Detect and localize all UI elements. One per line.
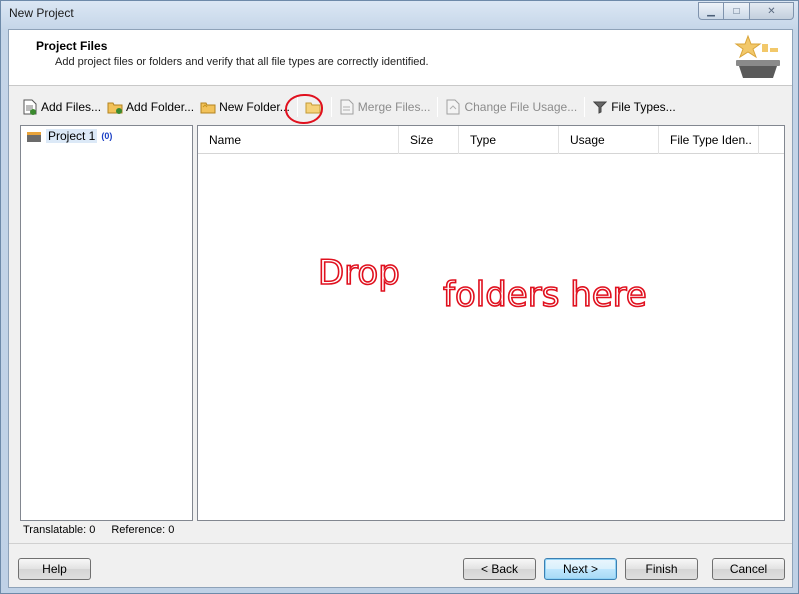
add-folder-label: Add Folder... [126, 100, 195, 114]
next-button[interactable]: Next > [544, 558, 617, 580]
merge-files-label: Merge Files... [357, 100, 431, 114]
button-bar: Help < Back Next > Finish Cancel [9, 543, 792, 587]
window-controls: ▁ □ ✕ [698, 2, 794, 20]
dialog-client-area: Project Files Add project files or folde… [8, 29, 793, 588]
translatable-count: Translatable: 0 [23, 524, 96, 536]
project-tree[interactable]: Project 1 (0) [20, 125, 193, 521]
new-folder-label: New Folder... [219, 100, 290, 114]
file-types-button[interactable]: File Types... [589, 95, 678, 119]
wizard-header: Project Files Add project files or folde… [9, 30, 792, 86]
back-button[interactable]: < Back [463, 558, 536, 580]
column-header-name[interactable]: Name [198, 126, 399, 154]
add-folder-icon [107, 99, 123, 115]
maximize-button[interactable]: □ [724, 2, 750, 20]
new-project-window: New Project ▁ □ ✕ Project Files Add proj… [0, 0, 799, 594]
add-files-button[interactable]: Add Files... [19, 95, 104, 119]
minimize-icon: ▁ [707, 5, 715, 17]
annotation-line-1: Drop [318, 253, 400, 293]
change-file-usage-label: Change File Usage... [464, 100, 578, 114]
change-file-usage-button[interactable]: Change File Usage... [442, 95, 580, 119]
new-folder-button[interactable]: New Folder... [197, 95, 293, 119]
window-title: New Project [9, 6, 74, 20]
help-button[interactable]: Help [18, 558, 91, 580]
close-button[interactable]: ✕ [750, 2, 794, 20]
page-title: Project Files [36, 39, 108, 53]
close-icon: ✕ [767, 5, 776, 17]
file-list[interactable]: Name Size Type Usage File Type Iden.. Dr… [197, 125, 785, 521]
red-circle-annotation [285, 94, 323, 124]
column-header-filler [759, 126, 784, 154]
toolbar-separator [437, 97, 439, 117]
new-folder-icon [200, 99, 216, 115]
reference-count: Reference: 0 [111, 524, 175, 536]
merge-files-button[interactable]: Merge Files... [336, 95, 434, 119]
add-file-icon [22, 99, 38, 115]
tree-item-project[interactable]: Project 1 (0) [26, 129, 112, 143]
column-header-size[interactable]: Size [399, 126, 459, 154]
annotation-line-2: folders here [443, 275, 647, 315]
minimize-button[interactable]: ▁ [698, 2, 724, 20]
toolbar: Add Files... Add Folder... New Folder... [19, 94, 679, 120]
status-line: Translatable: 0 Reference: 0 [23, 524, 174, 536]
file-types-label: File Types... [611, 100, 676, 114]
file-list-header: Name Size Type Usage File Type Iden.. [198, 126, 784, 154]
column-header-usage[interactable]: Usage [559, 126, 659, 154]
tree-item-label: Project 1 [46, 129, 98, 143]
project-icon [27, 132, 41, 142]
toolbar-separator [584, 97, 586, 117]
maximize-icon: □ [733, 5, 740, 17]
column-header-file-type[interactable]: File Type Iden.. [659, 126, 759, 154]
change-usage-icon [445, 99, 461, 115]
cancel-button[interactable]: Cancel [712, 558, 785, 580]
filter-icon [592, 99, 608, 115]
merge-files-icon [339, 99, 355, 115]
add-folder-button[interactable]: Add Folder... [104, 95, 197, 119]
tree-item-count: (0) [101, 131, 113, 141]
handwritten-annotation: Drop folders here [318, 252, 648, 316]
add-files-label: Add Files... [41, 100, 102, 114]
page-subtitle: Add project files or folders and verify … [55, 56, 429, 68]
toolbar-separator [330, 97, 332, 117]
title-bar: New Project ▁ □ ✕ [1, 1, 798, 25]
star-basket-icon [734, 34, 780, 78]
finish-button[interactable]: Finish [625, 558, 698, 580]
column-header-type[interactable]: Type [459, 126, 559, 154]
